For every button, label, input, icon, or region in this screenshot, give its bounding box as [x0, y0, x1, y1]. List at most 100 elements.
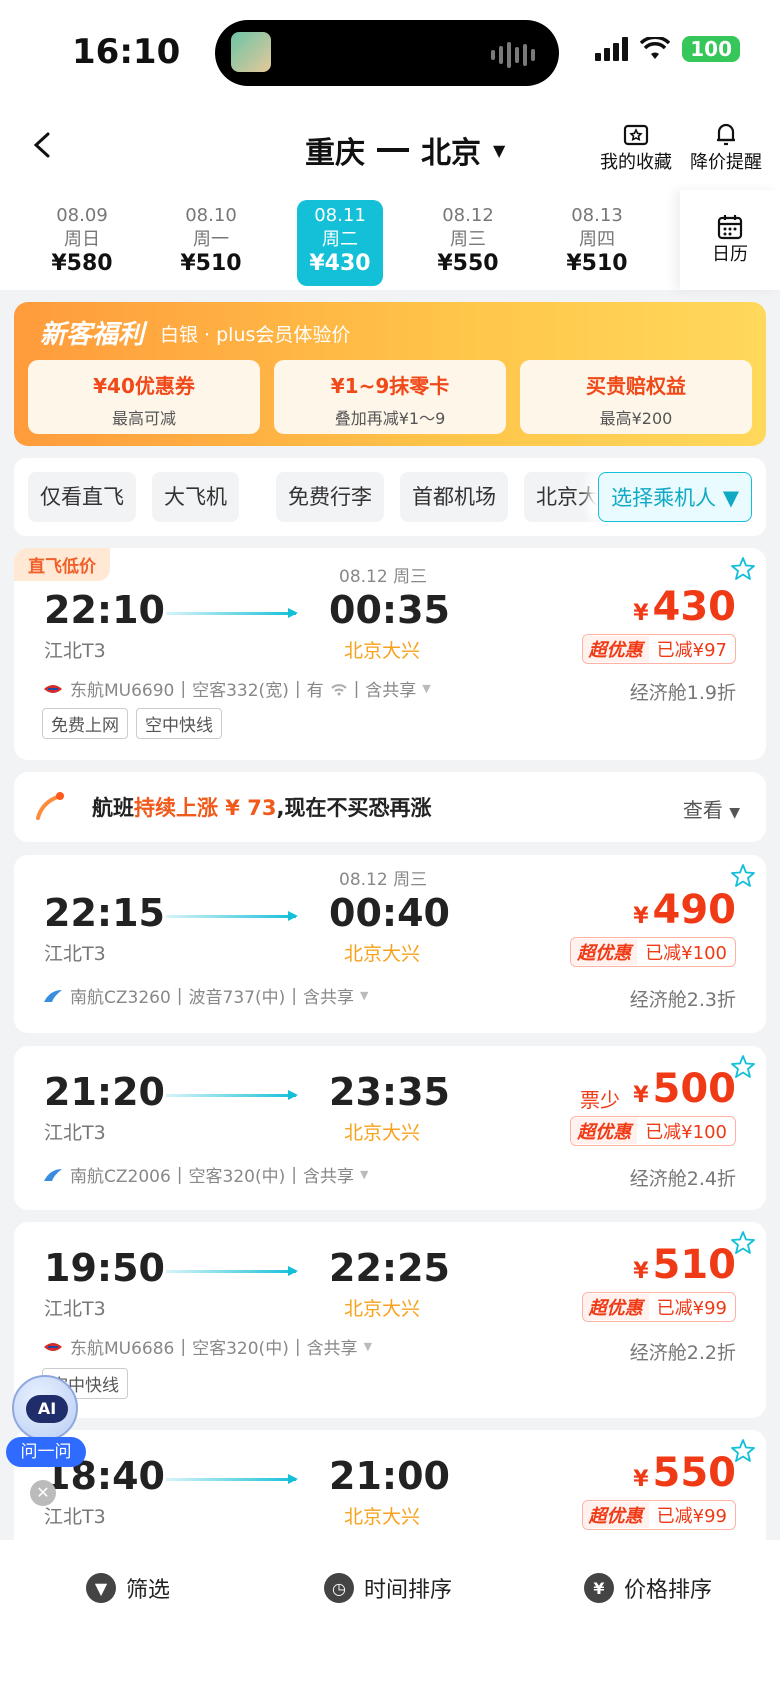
departure-time: 19:50: [44, 1246, 165, 1290]
status-bar: 16:10 100: [0, 0, 780, 110]
flight-card[interactable]: 19:50 22:25 江北T3 北京大兴 ¥510 超优惠 已减¥99 东航MU…: [14, 1222, 766, 1418]
price-alert-button[interactable]: 降价提醒: [690, 120, 762, 174]
price-rise-banner[interactable]: 航班持续上涨 ¥ 73,现在不买恐再涨 查看 ▼: [14, 772, 766, 842]
clock-icon: ◷: [324, 1573, 354, 1603]
date-selector: 08.09 周日 ¥580 08.10 周一 ¥510 08.11 周二 ¥43…: [0, 190, 780, 290]
price-sort-button[interactable]: ¥ 价格排序: [584, 1572, 712, 1604]
dynamic-island: [215, 20, 559, 86]
departure-airport: 江北T3: [44, 640, 106, 662]
calendar-button[interactable]: 日历: [680, 190, 780, 290]
filter-direct[interactable]: 仅看直飞: [28, 472, 136, 522]
departure-time: 22:15: [44, 891, 165, 935]
flight-arrow-icon: [166, 1266, 298, 1276]
caret-down-icon: ▼: [729, 805, 740, 821]
price: ¥490: [633, 887, 736, 933]
caret-down-icon: ▼: [363, 1340, 373, 1353]
close-icon[interactable]: ✕: [30, 1480, 56, 1506]
caret-down-icon: ▼: [359, 989, 369, 1002]
arrival-date: 08.12 周三: [339, 567, 428, 587]
signal-icon: [595, 37, 629, 61]
arrival-airport: 北京大兴: [344, 1506, 421, 1528]
new-customer-promo[interactable]: 新客福利 白银 · plus会员体验价 ¥40优惠券 最高可减 ¥1~9抹零卡 …: [14, 302, 766, 446]
arrival-time: 00:35: [329, 588, 450, 632]
filter-button[interactable]: ▼ 筛选: [86, 1572, 170, 1604]
back-icon[interactable]: [30, 132, 56, 158]
few-tickets-label: 票少: [580, 1088, 620, 1112]
cabin-discount: 经济舱2.4折: [629, 1168, 736, 1190]
promo-title: 新客福利: [40, 320, 145, 350]
departure-airport: 江北T3: [44, 1298, 106, 1320]
china-eastern-logo-icon: [44, 1342, 62, 1351]
price: ¥430: [633, 584, 736, 630]
favorite-star-icon[interactable]: [730, 1438, 756, 1464]
price: ¥500: [633, 1066, 736, 1112]
bottom-sort-bar: ▼ 筛选 ◷ 时间排序 ¥ 价格排序: [0, 1540, 780, 1691]
arrival-airport: 北京大兴: [344, 1298, 421, 1320]
date-option[interactable]: 08.12 周三 ¥550: [425, 200, 511, 286]
wifi-icon: [640, 37, 671, 59]
route-selector[interactable]: 重庆 北京 ▼: [305, 128, 505, 172]
audio-wave-icon: [491, 42, 535, 68]
caret-down-icon: ▼: [493, 140, 506, 160]
folder-star-icon: [623, 124, 649, 146]
date-option[interactable]: 08.13 周四 ¥510: [554, 200, 640, 286]
clock: 16:10: [72, 32, 181, 72]
date-option[interactable]: 08.09 周日 ¥580: [39, 200, 125, 286]
flight-info: 南航CZ2006 | 空客320(中) | 含共享 ▼: [42, 1162, 368, 1187]
departure-airport: 江北T3: [44, 943, 106, 965]
discount-badge: 超优惠 已减¥100: [570, 1116, 736, 1146]
filter-capital-airport[interactable]: 首都机场: [400, 472, 508, 522]
flight-arrow-icon: [166, 1090, 298, 1100]
price: ¥510: [633, 1242, 736, 1288]
bell-icon: [717, 123, 735, 146]
filter-large-plane[interactable]: 大飞机: [152, 472, 239, 522]
low-price-tag: 直飞低价: [14, 548, 110, 581]
flight-card[interactable]: 直飞低价 08.12 周三 22:10 00:35 江北T3 北京大兴 ¥430…: [14, 548, 766, 760]
favorite-star-icon[interactable]: [730, 556, 756, 582]
flight-arrow-icon: [166, 608, 298, 618]
flight-card[interactable]: 08.12 周三 22:15 00:40 江北T3 北京大兴 ¥490 超优惠已…: [14, 855, 766, 1033]
favorite-star-icon[interactable]: [730, 1230, 756, 1256]
arrival-airport: 北京大兴: [344, 640, 421, 662]
feature-tags: 免费上网 空中快线: [42, 708, 222, 739]
ai-assistant-button[interactable]: AI 问一问: [6, 1375, 86, 1485]
arrival-time: 21:00: [329, 1454, 450, 1498]
filter-free-baggage[interactable]: 免费行李: [276, 472, 384, 522]
favorite-star-icon[interactable]: [730, 1054, 756, 1080]
flight-card[interactable]: 21:20 23:35 江北T3 北京大兴 票少 ¥500 超优惠 已减¥100 …: [14, 1046, 766, 1210]
destination-city: 北京: [421, 136, 481, 171]
filter-chips: 仅看直飞 大飞机 免费行李 首都机场 北京大兴 选择乘机人 ▼: [14, 458, 766, 536]
arrival-time: 22:25: [329, 1246, 450, 1290]
select-passenger-button[interactable]: 选择乘机人 ▼: [598, 472, 752, 522]
departure-airport: 江北T3: [44, 1122, 106, 1144]
coupon-card[interactable]: 买贵赔权益 最高¥200: [520, 360, 752, 434]
caret-down-icon: ▼: [422, 682, 431, 695]
coupon-card[interactable]: ¥40优惠券 最高可减: [28, 360, 260, 434]
favorites-button[interactable]: 我的收藏: [600, 120, 672, 174]
discount-badge: 超优惠 已减¥99: [581, 1292, 736, 1322]
trend-up-icon: [36, 792, 64, 820]
discount-badge: 超优惠 已减¥100: [570, 937, 736, 967]
price: ¥550: [633, 1450, 736, 1496]
date-option-selected[interactable]: 08.11 周二 ¥430: [297, 200, 383, 286]
wifi-icon: [330, 683, 347, 695]
departure-airport: 江北T3: [44, 1506, 106, 1528]
date-option[interactable]: 08.10 周一 ¥510: [168, 200, 254, 286]
coupon-card[interactable]: ¥1~9抹零卡 叠加再减¥1～9: [274, 360, 506, 434]
cabin-discount: 经济舱2.3折: [629, 989, 736, 1011]
robot-avatar-icon: AI: [12, 1375, 78, 1441]
route-arrow-icon: [377, 148, 409, 152]
arrival-date: 08.12 周三: [339, 870, 428, 890]
view-button[interactable]: 查看 ▼: [683, 794, 740, 823]
flight-arrow-icon: [166, 911, 298, 921]
nav-header: 重庆 北京 ▼ 我的收藏 降价提醒: [0, 110, 780, 190]
status-icons: 100: [595, 36, 740, 62]
time-sort-button[interactable]: ◷ 时间排序: [324, 1572, 452, 1604]
favorite-star-icon[interactable]: [730, 863, 756, 889]
arrival-time: 00:40: [329, 891, 450, 935]
arrival-airport: 北京大兴: [344, 943, 421, 965]
cabin-discount: 经济舱2.2折: [629, 1342, 736, 1364]
china-southern-logo-icon: [44, 989, 62, 1002]
discount-badge: 超优惠 已减¥97: [581, 634, 736, 664]
origin-city: 重庆: [305, 136, 365, 171]
